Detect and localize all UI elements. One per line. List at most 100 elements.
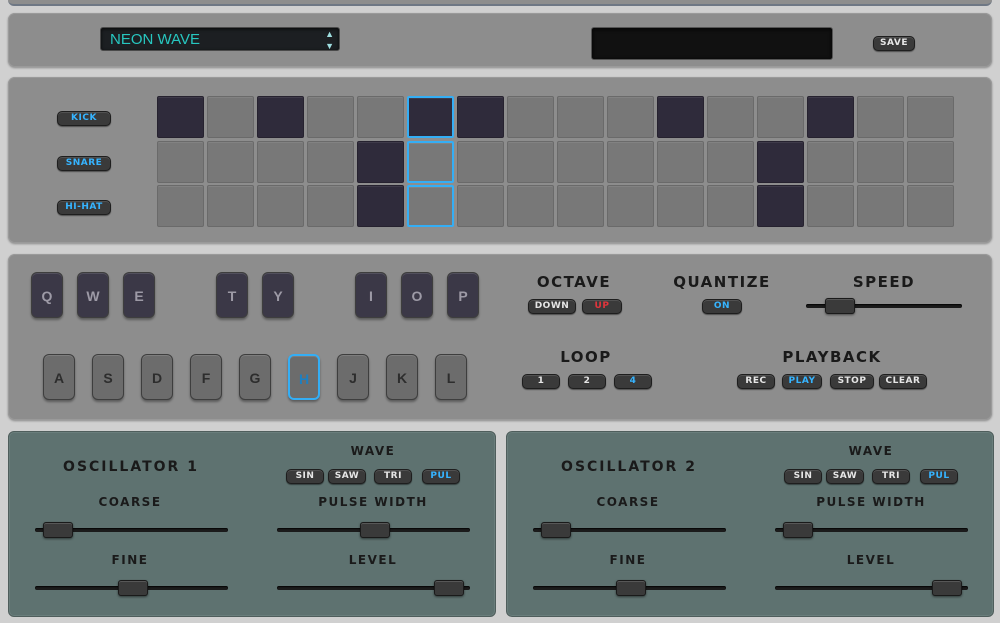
key-s[interactable]: S (92, 354, 124, 400)
loop-button-1[interactable]: 1 (522, 374, 560, 389)
key-k[interactable]: K (386, 354, 418, 400)
step-cell[interactable] (707, 185, 754, 227)
step-cell[interactable] (407, 185, 454, 227)
coarse-slider[interactable] (533, 522, 726, 538)
step-cell[interactable] (207, 185, 254, 227)
step-cell[interactable] (357, 185, 404, 227)
step-cell[interactable] (857, 185, 904, 227)
step-cell[interactable] (307, 96, 354, 138)
step-cell[interactable] (657, 185, 704, 227)
wave-button-saw[interactable]: SAW (826, 469, 864, 484)
step-cell[interactable] (557, 96, 604, 138)
key-h[interactable]: H (288, 354, 320, 400)
slider-thumb[interactable] (541, 522, 571, 538)
step-cell[interactable] (607, 96, 654, 138)
step-cell[interactable] (207, 96, 254, 138)
wave-button-pul[interactable]: PUL (920, 469, 958, 484)
key-f[interactable]: F (190, 354, 222, 400)
step-cell[interactable] (707, 96, 754, 138)
step-cell[interactable] (257, 141, 304, 183)
step-cell[interactable] (557, 185, 604, 227)
step-cell[interactable] (157, 96, 204, 138)
key-p[interactable]: P (447, 272, 479, 318)
step-cell[interactable] (507, 141, 554, 183)
track-button-snare[interactable]: SNARE (57, 156, 111, 171)
octave-up-button[interactable]: UP (582, 299, 622, 314)
wave-button-sin[interactable]: SIN (784, 469, 822, 484)
step-cell[interactable] (357, 96, 404, 138)
step-cell[interactable] (807, 96, 854, 138)
key-g[interactable]: G (239, 354, 271, 400)
step-cell[interactable] (907, 96, 954, 138)
step-cell[interactable] (507, 185, 554, 227)
step-cell[interactable] (407, 141, 454, 183)
step-cell[interactable] (857, 96, 904, 138)
step-cell[interactable] (607, 185, 654, 227)
step-cell[interactable] (707, 141, 754, 183)
level-slider[interactable] (775, 580, 968, 596)
step-cell[interactable] (257, 96, 304, 138)
loop-button-4[interactable]: 4 (614, 374, 652, 389)
preset-select[interactable]: NEON WAVE ▲ ▼ (100, 27, 340, 51)
track-button-hi-hat[interactable]: HI-HAT (57, 200, 111, 215)
key-j[interactable]: J (337, 354, 369, 400)
pulse-width-slider[interactable] (775, 522, 968, 538)
step-cell[interactable] (557, 141, 604, 183)
key-i[interactable]: I (355, 272, 387, 318)
wave-button-tri[interactable]: TRI (872, 469, 910, 484)
coarse-slider[interactable] (35, 522, 228, 538)
fine-slider[interactable] (35, 580, 228, 596)
level-slider[interactable] (277, 580, 470, 596)
step-cell[interactable] (757, 185, 804, 227)
key-l[interactable]: L (435, 354, 467, 400)
step-cell[interactable] (457, 96, 504, 138)
step-cell[interactable] (757, 96, 804, 138)
play-button[interactable]: PLAY (782, 374, 822, 389)
step-cell[interactable] (407, 96, 454, 138)
step-cell[interactable] (207, 141, 254, 183)
step-cell[interactable] (757, 141, 804, 183)
slider-thumb[interactable] (783, 522, 813, 538)
wave-button-sin[interactable]: SIN (286, 469, 324, 484)
stop-button[interactable]: STOP (830, 374, 874, 389)
speed-slider[interactable] (806, 298, 962, 314)
preset-name-field[interactable] (591, 27, 833, 60)
wave-button-tri[interactable]: TRI (374, 469, 412, 484)
key-d[interactable]: D (141, 354, 173, 400)
loop-button-2[interactable]: 2 (568, 374, 606, 389)
slider-thumb[interactable] (434, 580, 464, 596)
step-cell[interactable] (657, 96, 704, 138)
step-cell[interactable] (807, 185, 854, 227)
slider-thumb[interactable] (616, 580, 646, 596)
save-button[interactable]: SAVE (873, 36, 915, 51)
pulse-width-slider[interactable] (277, 522, 470, 538)
slider-thumb[interactable] (932, 580, 962, 596)
key-o[interactable]: O (401, 272, 433, 318)
step-cell[interactable] (157, 185, 204, 227)
step-cell[interactable] (457, 141, 504, 183)
step-cell[interactable] (507, 96, 554, 138)
key-a[interactable]: A (43, 354, 75, 400)
step-cell[interactable] (307, 141, 354, 183)
step-cell[interactable] (157, 141, 204, 183)
slider-thumb[interactable] (360, 522, 390, 538)
step-cell[interactable] (657, 141, 704, 183)
key-e[interactable]: E (123, 272, 155, 318)
octave-down-button[interactable]: DOWN (528, 299, 576, 314)
step-cell[interactable] (307, 185, 354, 227)
clear-button[interactable]: CLEAR (879, 374, 927, 389)
rec-button[interactable]: REC (737, 374, 775, 389)
key-w[interactable]: W (77, 272, 109, 318)
slider-thumb[interactable] (825, 298, 855, 314)
wave-button-saw[interactable]: SAW (328, 469, 366, 484)
wave-button-pul[interactable]: PUL (422, 469, 460, 484)
slider-thumb[interactable] (118, 580, 148, 596)
key-q[interactable]: Q (31, 272, 63, 318)
step-cell[interactable] (257, 185, 304, 227)
step-cell[interactable] (457, 185, 504, 227)
key-y[interactable]: Y (262, 272, 294, 318)
step-cell[interactable] (807, 141, 854, 183)
step-cell[interactable] (607, 141, 654, 183)
key-t[interactable]: T (216, 272, 248, 318)
slider-thumb[interactable] (43, 522, 73, 538)
